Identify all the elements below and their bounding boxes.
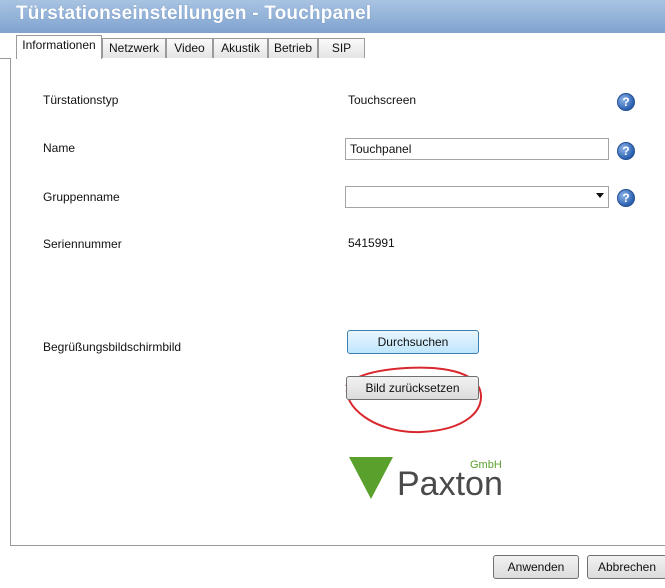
browse-button[interactable]: Durchsuchen	[347, 330, 479, 354]
serial-number-label: Seriennummer	[43, 237, 122, 251]
group-name-label: Gruppenname	[43, 190, 120, 204]
question-mark-icon[interactable]: ?	[617, 142, 635, 160]
apply-button[interactable]: Anwenden	[493, 555, 579, 579]
tab-akustik[interactable]: Akustik	[213, 38, 268, 58]
door-station-type-value: Touchscreen	[348, 93, 417, 107]
cancel-button[interactable]: Abbrechen	[587, 555, 665, 579]
serial-number-value: 5415991	[348, 236, 395, 250]
name-field-value: Touchpanel	[350, 142, 412, 156]
settings-panel	[10, 58, 665, 545]
tab-informationen[interactable]: Informationen	[16, 35, 102, 59]
name-label: Name	[43, 141, 76, 155]
group-name-select[interactable]	[345, 186, 609, 208]
door-station-type-label: Türstationstyp	[43, 93, 119, 107]
tab-betrieb[interactable]: Betrieb	[268, 38, 318, 58]
window-title: Türstationseinstellungen - Touchpanel	[16, 3, 372, 24]
tab-netzwerk[interactable]: Netzwerk	[102, 38, 166, 58]
title-bar: Türstationseinstellungen - Touchpanel	[0, 0, 665, 33]
name-field[interactable]: Touchpanel	[345, 138, 609, 160]
welcome-screen-image-label: Begrüßungsbildschirmbild	[43, 340, 182, 354]
red-circle-annotation	[345, 366, 483, 434]
tab-video[interactable]: Video	[166, 38, 213, 58]
tab-sip[interactable]: SIP	[318, 38, 365, 58]
paxton-logo: Paxton GmbH	[345, 453, 510, 508]
chevron-down-icon[interactable]	[596, 193, 604, 198]
gmbh-mark: GmbH	[470, 459, 502, 471]
reset-image-button[interactable]: Bild zurücksetzen	[346, 376, 479, 400]
question-mark-icon[interactable]: ?	[617, 189, 635, 207]
question-mark-icon[interactable]: ?	[617, 93, 635, 111]
